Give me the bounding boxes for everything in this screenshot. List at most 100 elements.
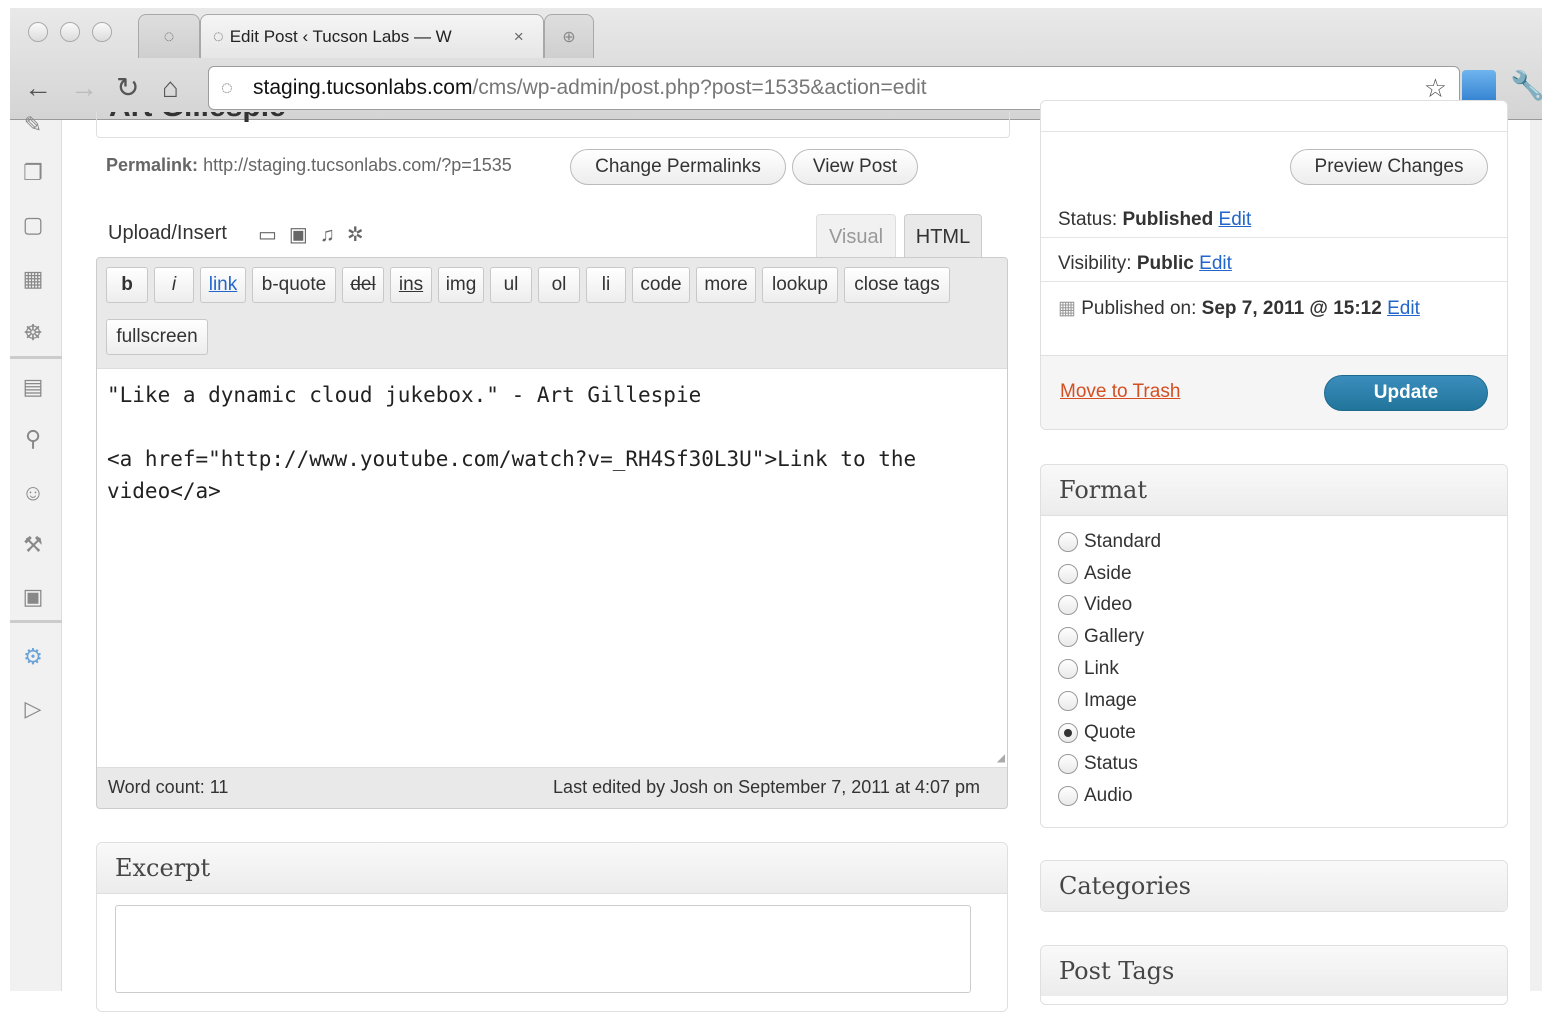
categories-title[interactable]: Categories (1041, 861, 1507, 911)
format-option-link[interactable]: Link (1058, 655, 1119, 683)
extension-icon[interactable] (1462, 70, 1496, 104)
forms-icon[interactable]: ▦ (18, 264, 48, 294)
view-post-button[interactable]: View Post (792, 149, 918, 185)
quicktag-b[interactable]: b (106, 267, 148, 303)
add-video-icon[interactable]: ▣ (289, 224, 320, 246)
upload-insert-label: Upload/Insert (108, 222, 227, 244)
radio-icon[interactable] (1058, 691, 1078, 711)
collapse-menu-icon[interactable]: ▷ (18, 694, 48, 724)
radio-selected-icon[interactable] (1058, 723, 1078, 743)
format-option-quote[interactable]: Quote (1058, 719, 1136, 747)
resize-handle-icon[interactable]: ◢ (997, 751, 1005, 765)
tab-visual[interactable]: Visual (816, 214, 896, 258)
post-tags-title[interactable]: Post Tags (1041, 946, 1507, 996)
add-image-icon[interactable]: ▭ (258, 224, 289, 246)
add-audio-icon[interactable]: ♫ (320, 224, 347, 246)
quicktag-li[interactable]: li (586, 267, 626, 303)
radio-icon[interactable] (1058, 754, 1078, 774)
post-tags-box: Post Tags (1040, 945, 1508, 1005)
visibility-label: Visibility: (1058, 253, 1132, 274)
post-title-input[interactable]: Art Gillespie (96, 112, 1010, 138)
format-title[interactable]: Format (1041, 465, 1507, 516)
word-count: Word count: 11 (108, 777, 229, 797)
appearance-icon[interactable]: ▤ (18, 372, 48, 402)
excerpt-textarea[interactable] (115, 905, 971, 993)
add-media-icon[interactable]: ✲ (347, 224, 376, 246)
permalink-url[interactable]: http://staging.tucsonlabs.com/?p=1535 (203, 155, 512, 175)
reload-icon[interactable]: ↻ (116, 68, 139, 108)
format-option-label: Audio (1084, 785, 1133, 806)
tab-html[interactable]: HTML (904, 214, 982, 258)
back-icon[interactable]: ← (24, 68, 52, 108)
published-on-edit-link[interactable]: Edit (1387, 298, 1420, 319)
radio-icon[interactable] (1058, 627, 1078, 647)
radio-icon[interactable] (1058, 564, 1078, 584)
comments-icon[interactable]: ▢ (18, 210, 48, 240)
page-scrollbar[interactable] (1530, 120, 1542, 991)
links-icon[interactable]: ☸ (18, 318, 48, 348)
wrench-icon[interactable]: 🔧 (1510, 66, 1542, 106)
quicktag-bquote[interactable]: b-quote (252, 267, 336, 303)
format-option-aside[interactable]: Aside (1058, 560, 1132, 588)
excerpt-title[interactable]: Excerpt (97, 843, 1007, 894)
new-tab-button[interactable]: ⊕ (544, 14, 594, 58)
zoom-window-icon[interactable] (92, 22, 112, 42)
url-path: /cms/wp-admin/post.php?post=1535&action=… (472, 76, 927, 99)
quicktag-more[interactable]: more (696, 267, 756, 303)
content-textarea[interactable]: "Like a dynamic cloud jukebox." - Art Gi… (97, 368, 1007, 768)
tab-close-icon[interactable]: × (514, 27, 524, 47)
radio-icon[interactable] (1058, 532, 1078, 552)
format-option-status[interactable]: Status (1058, 750, 1138, 778)
quicktag-ol[interactable]: ol (538, 267, 580, 303)
quicktag-link[interactable]: link (200, 267, 246, 303)
plugins-icon[interactable]: ⚲ (18, 424, 48, 454)
quicktag-del[interactable]: del (342, 267, 384, 303)
format-option-video[interactable]: Video (1058, 591, 1132, 619)
status-edit-link[interactable]: Edit (1219, 209, 1252, 230)
forward-icon[interactable]: → (70, 68, 98, 108)
published-on-row: ▦ Published on: Sep 7, 2011 @ 15:12 Edit (1058, 297, 1420, 320)
sidebar-separator (10, 620, 62, 623)
tab-edit-post[interactable]: ◌ Edit Post ‹ Tucson Labs — W × (200, 14, 544, 58)
quicktag-ins[interactable]: ins (390, 267, 432, 303)
media-buttons: ▭▣♫✲ (258, 222, 376, 247)
quicktag-ul[interactable]: ul (490, 267, 532, 303)
preview-changes-button[interactable]: Preview Changes (1290, 149, 1488, 185)
gear-icon[interactable]: ⚙ (18, 642, 48, 672)
close-window-icon[interactable] (28, 22, 48, 42)
format-option-label: Aside (1084, 563, 1132, 584)
home-icon[interactable]: ⌂ (162, 68, 179, 108)
tab-blank[interactable]: ◌ (138, 14, 200, 58)
quicktag-lookup[interactable]: lookup (762, 267, 838, 303)
format-option-standard[interactable]: Standard (1058, 528, 1161, 556)
move-to-trash-link[interactable]: Move to Trash (1060, 381, 1180, 403)
format-option-image[interactable]: Image (1058, 687, 1137, 715)
pages-icon[interactable]: ❐ (18, 158, 48, 188)
visibility-edit-link[interactable]: Edit (1199, 253, 1232, 274)
radio-icon[interactable] (1058, 659, 1078, 679)
quicktag-code[interactable]: code (632, 267, 690, 303)
change-permalinks-button[interactable]: Change Permalinks (570, 149, 786, 185)
plus-icon: ⊕ (562, 28, 576, 46)
settings-icon[interactable]: ▣ (18, 582, 48, 612)
sidebar-separator (10, 356, 62, 359)
divider (1041, 281, 1507, 282)
tools-icon[interactable]: ⚒ (18, 530, 48, 560)
quicktag-img[interactable]: img (438, 267, 484, 303)
radio-icon[interactable] (1058, 595, 1078, 615)
format-option-label: Video (1084, 594, 1133, 615)
users-icon[interactable]: ☺ (18, 478, 48, 508)
minimize-window-icon[interactable] (60, 22, 80, 42)
calendar-icon: ▦ (1058, 298, 1076, 319)
quicktag-close-tags[interactable]: close tags (844, 267, 950, 303)
format-option-label: Gallery (1084, 626, 1145, 647)
excerpt-box: Excerpt (96, 842, 1008, 1012)
radio-icon[interactable] (1058, 786, 1078, 806)
quicktag-i[interactable]: i (154, 267, 194, 303)
published-on-value: Sep 7, 2011 @ 15:12 (1201, 298, 1382, 319)
format-option-audio[interactable]: Audio (1058, 782, 1133, 810)
quicktag-fullscreen[interactable]: fullscreen (106, 319, 208, 355)
posts-icon[interactable]: ✎ (18, 110, 48, 140)
update-button[interactable]: Update (1324, 375, 1488, 411)
format-option-gallery[interactable]: Gallery (1058, 623, 1144, 651)
